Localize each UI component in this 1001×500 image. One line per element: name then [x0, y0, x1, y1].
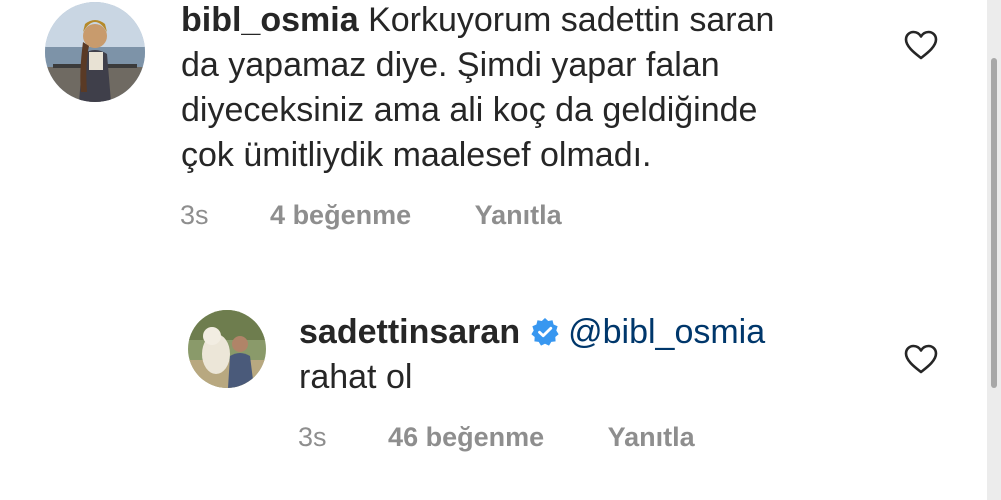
reply-button[interactable]: Yanıtla [475, 200, 562, 231]
avatar[interactable] [45, 2, 145, 102]
comment-line: rahat ol [299, 358, 413, 396]
comment-timestamp: 3s [298, 422, 327, 452]
avatar[interactable] [188, 310, 266, 388]
mention-link[interactable]: @bibl_osmia [568, 313, 765, 351]
comment-line: diyeceksiniz ama ali koç da geldiğinde [181, 91, 758, 129]
scrollbar-track[interactable] [987, 0, 1001, 500]
comment-line: Korkuyorum sadettin saran [368, 1, 775, 39]
comment-meta: 3s 4 beğenme Yanıtla [180, 200, 562, 231]
comment-username[interactable]: bibl_osmia [181, 1, 359, 39]
likes-count-button[interactable]: 46 beğenme [388, 422, 544, 453]
comment-timestamp: 3s [180, 200, 209, 230]
likes-count-button[interactable]: 4 beğenme [270, 200, 411, 231]
comment-meta: 3s 46 beğenme Yanıtla [298, 422, 695, 453]
comments-panel: bibl_osmia Korkuyorum sadettin saran da … [0, 0, 1001, 500]
heart-outline-icon[interactable] [904, 30, 938, 60]
reply-button[interactable]: Yanıtla [608, 422, 695, 453]
comment-text: bibl_osmia Korkuyorum sadettin saran da … [181, 0, 881, 178]
scrollbar-thumb[interactable] [991, 58, 997, 388]
heart-outline-icon[interactable] [904, 344, 938, 374]
comment-text: sadettinsaran @bibl_osmia rahat ol [299, 310, 879, 400]
comment-line: da yapamaz diye. Şimdi yapar falan [181, 46, 720, 84]
comment-username[interactable]: sadettinsaran [299, 313, 520, 351]
verified-badge-icon [531, 318, 559, 346]
comment-line: çok ümitliydik maalesef olmadı. [181, 136, 652, 174]
